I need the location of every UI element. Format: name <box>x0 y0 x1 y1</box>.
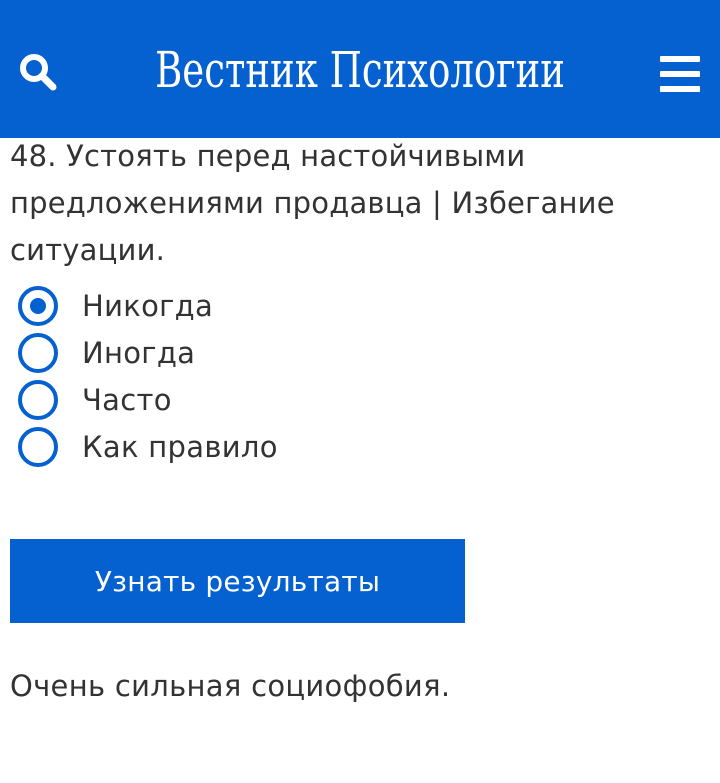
option-sometimes[interactable]: Иногда <box>18 329 278 376</box>
search-icon <box>20 54 57 91</box>
radio-button[interactable] <box>18 426 58 467</box>
site-header: Вестник Психологии <box>0 0 720 138</box>
option-label: Иногда <box>82 335 196 370</box>
option-label: Часто <box>82 382 172 417</box>
option-never[interactable]: Никогда <box>18 282 278 329</box>
menu-button[interactable] <box>652 48 708 100</box>
hamburger-menu-icon-bar <box>660 71 700 77</box>
hamburger-menu-icon <box>660 56 700 62</box>
radio-button[interactable] <box>18 332 58 373</box>
option-often[interactable]: Часто <box>18 376 278 423</box>
option-label: Как правило <box>82 429 278 464</box>
result-text: Очень сильная социофобия. <box>10 669 451 703</box>
option-usually[interactable]: Как правило <box>18 423 278 470</box>
radio-button[interactable] <box>18 379 58 420</box>
search-button[interactable] <box>14 48 62 96</box>
hamburger-menu-icon-bar <box>660 86 700 92</box>
site-logo[interactable]: Вестник Психологии <box>94 34 627 106</box>
radio-button-checked[interactable] <box>18 285 58 326</box>
question-text: 48. Устоять перед настойчивыми предложен… <box>10 139 615 267</box>
option-label: Никогда <box>82 288 214 323</box>
answer-options: Никогда Иногда Часто Как правило <box>18 282 278 470</box>
get-results-button[interactable]: Узнать результаты <box>10 539 465 623</box>
